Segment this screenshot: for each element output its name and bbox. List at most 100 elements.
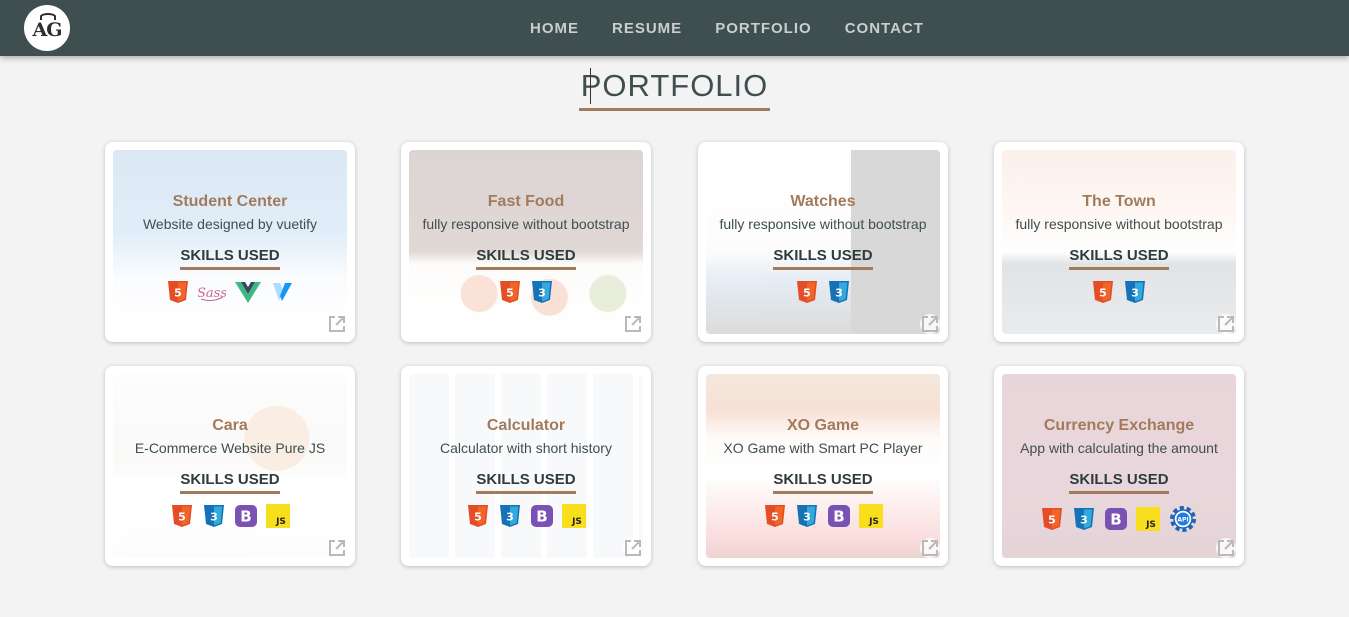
html5-icon: 5	[763, 504, 787, 528]
project-description: Calculator with short history	[440, 440, 612, 456]
js-icon: JS	[1136, 507, 1160, 531]
svg-text:5: 5	[474, 511, 482, 524]
logo[interactable]: AG	[24, 5, 70, 51]
project-description: XO Game with Smart PC Player	[723, 440, 923, 456]
project-description: E-Commerce Website Pure JS	[134, 440, 326, 456]
svg-text:3: 3	[210, 511, 218, 524]
svg-text:3: 3	[538, 287, 546, 300]
nav-link-portfolio[interactable]: PORTFOLIO	[715, 20, 812, 37]
skills-list: 5 3	[401, 280, 651, 304]
external-link-icon[interactable]	[623, 314, 643, 334]
svg-text:JS: JS	[275, 517, 286, 527]
svg-text:5: 5	[771, 511, 779, 524]
thumbnail-overlay	[698, 366, 948, 566]
svg-text:B: B	[240, 508, 251, 526]
thumbnail-overlay	[994, 366, 1244, 566]
vue-icon	[234, 280, 262, 304]
css3-icon: 3	[795, 504, 819, 528]
svg-text:5: 5	[1048, 514, 1056, 527]
project-card[interactable]: XO Game XO Game with Smart PC Player SKI…	[698, 366, 948, 566]
svg-text:API: API	[1177, 517, 1188, 524]
text-caret	[590, 68, 591, 104]
bootstrap-icon: B	[1104, 507, 1128, 531]
nav-link-home[interactable]: HOME	[530, 20, 579, 37]
thumbnail-overlay	[698, 142, 948, 342]
project-title: XO Game	[786, 417, 860, 434]
thumbnail-overlay	[105, 142, 355, 342]
css3-icon: 3	[1072, 507, 1096, 531]
external-link-icon[interactable]	[327, 314, 347, 334]
project-card[interactable]: Cara E-Commerce Website Pure JS SKILLS U…	[105, 366, 355, 566]
api-icon: API	[1168, 504, 1198, 534]
sass-icon: Sass	[197, 280, 227, 304]
css3-icon: 3	[498, 504, 522, 528]
project-card[interactable]: Calculator Calculator with short history…	[401, 366, 651, 566]
project-description: fully responsive without bootstrap	[422, 216, 630, 232]
svg-text:JS: JS	[868, 517, 879, 527]
svg-text:5: 5	[178, 511, 186, 524]
logo-text: AG	[32, 19, 63, 41]
thumbnail-overlay	[401, 142, 651, 342]
nav-link-resume[interactable]: RESUME	[612, 20, 682, 37]
external-link-icon[interactable]	[327, 538, 347, 558]
skills-list: 5 Sass	[105, 280, 355, 304]
html5-icon: 5	[498, 280, 522, 304]
css3-icon: 3	[530, 280, 554, 304]
external-link-icon[interactable]	[1216, 314, 1236, 334]
js-icon: JS	[266, 504, 290, 528]
external-link-icon[interactable]	[920, 538, 940, 558]
thumbnail-overlay	[994, 142, 1244, 342]
skills-used-label: SKILLS USED	[476, 471, 576, 494]
project-card[interactable]: Currency Exchange App with calculating t…	[994, 366, 1244, 566]
nav-links: HOME RESUME PORTFOLIO CONTACT	[510, 0, 937, 56]
svg-text:JS: JS	[1145, 520, 1156, 530]
project-title: Watches	[790, 193, 856, 210]
svg-text:3: 3	[506, 511, 514, 524]
external-link-icon[interactable]	[623, 538, 643, 558]
project-title: Currency Exchange	[1043, 417, 1195, 434]
svg-text:3: 3	[1131, 287, 1139, 300]
nav-link-contact[interactable]: CONTACT	[845, 20, 924, 37]
page-title: PORTFOLIO	[578, 64, 771, 111]
bootstrap-icon: B	[234, 504, 258, 528]
project-description: fully responsive without bootstrap	[1015, 216, 1223, 232]
project-description: fully responsive without bootstrap	[719, 216, 927, 232]
svg-text:3: 3	[1080, 514, 1088, 527]
js-icon: JS	[859, 504, 883, 528]
skills-used-label: SKILLS USED	[180, 247, 280, 270]
svg-text:B: B	[833, 508, 844, 526]
skills-used-label: SKILLS USED	[1069, 471, 1169, 494]
project-card[interactable]: The Town fully responsive without bootst…	[994, 142, 1244, 342]
page-title-wrap: PORTFOLIO	[0, 64, 1349, 111]
svg-text:B: B	[536, 508, 547, 526]
project-card[interactable]: Fast Food fully responsive without boots…	[401, 142, 651, 342]
project-card[interactable]: Student Center Website designed by vueti…	[105, 142, 355, 342]
skills-list: 5 3 B JS	[105, 504, 355, 528]
project-card[interactable]: Watches fully responsive without bootstr…	[698, 142, 948, 342]
navbar: AG HOME RESUME PORTFOLIO CONTACT	[0, 0, 1349, 56]
skills-list: 5 3 B JS	[698, 504, 948, 528]
project-description: Website designed by vuetify	[142, 216, 318, 232]
css3-icon: 3	[1123, 280, 1147, 304]
skills-list: 5 3	[994, 280, 1244, 304]
skills-used-label: SKILLS USED	[773, 471, 873, 494]
project-title: Student Center	[172, 193, 288, 210]
skills-list: 5 3 B JS	[401, 504, 651, 528]
logo-hat-icon	[40, 13, 56, 20]
svg-text:5: 5	[174, 287, 182, 300]
thumbnail-overlay	[401, 366, 651, 566]
project-title: Cara	[212, 417, 248, 434]
vuetify-icon	[270, 280, 294, 304]
project-title: The Town	[1082, 193, 1156, 210]
bootstrap-icon: B	[530, 504, 554, 528]
html5-icon: 5	[466, 504, 490, 528]
svg-text:3: 3	[803, 511, 811, 524]
html5-icon: 5	[795, 280, 819, 304]
svg-text:JS: JS	[571, 517, 582, 527]
project-title: Fast Food	[487, 193, 565, 210]
external-link-icon[interactable]	[1216, 538, 1236, 558]
external-link-icon[interactable]	[920, 314, 940, 334]
html5-icon: 5	[170, 504, 194, 528]
css3-icon: 3	[202, 504, 226, 528]
skills-used-label: SKILLS USED	[476, 247, 576, 270]
